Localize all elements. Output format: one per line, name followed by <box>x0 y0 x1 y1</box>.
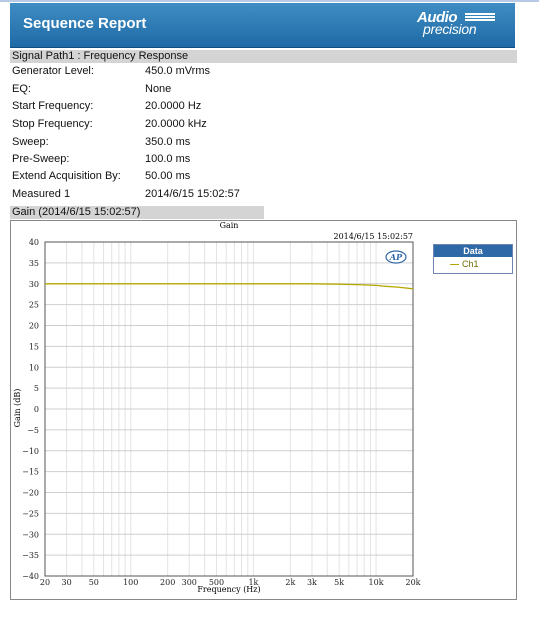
y-tick-label: 15 <box>29 342 39 351</box>
legend-item-ch1: Ch1 <box>434 257 512 271</box>
major-grid <box>45 241 413 577</box>
field-row: Measured 1 2014/6/15 15:02:57 <box>12 188 372 202</box>
field-value: None <box>145 83 172 95</box>
field-row: Sweep: 350.0 ms <box>12 136 372 150</box>
field-value: 100.0 ms <box>145 153 191 165</box>
y-tick-label: −30 <box>22 530 39 539</box>
field-label: Measured 1 <box>12 188 71 200</box>
field-label: Start Frequency: <box>12 100 94 112</box>
legend-swatch <box>450 264 459 265</box>
ap-logo-icon: AP <box>385 250 407 264</box>
legend-title: Data <box>434 245 512 257</box>
y-tick-label: 0 <box>34 405 39 414</box>
field-value: 20.0000 Hz <box>145 100 202 112</box>
field-row: Pre-Sweep: 100.0 ms <box>12 153 372 167</box>
gain-chart: 20 30 50 100 200 300 500 1k 2k 3k 5k 10k 20k 4035302… <box>13 221 421 594</box>
field-label: EQ: <box>12 83 31 95</box>
y-tick-label: −5 <box>27 426 39 435</box>
x-axis-label: Frequency (Hz) <box>197 585 260 594</box>
chart-legend: Data Ch1 <box>433 244 513 274</box>
field-value: 2014/6/15 15:02:57 <box>145 188 240 200</box>
y-tick-label: −20 <box>22 489 39 498</box>
ap-logo-text: AP <box>389 252 403 262</box>
y-tick-label: 5 <box>34 384 39 393</box>
y-tick-label: −25 <box>22 509 39 518</box>
section-title: Signal Path1 : Frequency Response <box>10 50 517 63</box>
field-label: Generator Level: <box>12 65 94 77</box>
report-title: Sequence Report <box>23 15 147 32</box>
field-row: Extend Acquisition By: 50.00 ms <box>12 170 372 184</box>
series-line-ch1 <box>45 283 414 290</box>
logo-text-precision: precision <box>423 21 477 37</box>
x-tick-label: 100 <box>123 578 138 587</box>
x-tick-label: 50 <box>89 578 99 587</box>
field-value: 350.0 ms <box>145 136 191 148</box>
field-label: Pre-Sweep: <box>12 153 70 165</box>
y-tick-label: 25 <box>29 301 39 310</box>
legend-label: Ch1 <box>462 259 479 269</box>
field-label: Sweep: <box>12 136 49 148</box>
y-tick-label: −10 <box>22 447 39 456</box>
x-tick-label: 20 <box>40 578 50 587</box>
audio-precision-logo: Audio precision <box>417 9 495 39</box>
y-tick-label: −35 <box>22 551 39 560</box>
field-value: 450.0 mVrms <box>145 65 211 77</box>
x-tick-label: 300 <box>182 578 197 587</box>
field-value: 20.0000 kHz <box>145 118 207 130</box>
x-tick-label: 3k <box>307 578 317 587</box>
y-tick-label: 35 <box>29 259 39 268</box>
chart-title: Gain <box>220 221 239 230</box>
field-row: Start Frequency: 20.0000 Hz <box>12 100 372 114</box>
y-tick-label: −15 <box>22 468 39 477</box>
x-tick-label: 5k <box>334 578 344 587</box>
gain-chart-panel: 20 30 50 100 200 300 500 1k 2k 3k 5k 10k 20k 40 35 30 2… <box>10 220 517 600</box>
field-row: Generator Level: 450.0 mVrms <box>12 65 372 79</box>
report-header: Sequence Report Audio precision <box>10 3 515 48</box>
y-tick-labels: 40 35 30 25 20 15 10 5 0 −5 −10 −15 −20 −25 −30 −35 −40 <box>22 238 39 581</box>
series-layer <box>45 283 414 290</box>
field-label: Stop Frequency: <box>12 118 93 130</box>
y-tick-label: 20 <box>29 322 39 331</box>
x-tick-label: 30 <box>62 578 72 587</box>
x-tick-label: 20k <box>405 578 420 587</box>
graph-section-title: Gain (2014/6/15 15:02:57) <box>10 206 264 219</box>
top-border <box>0 0 539 2</box>
y-tick-label: 10 <box>29 363 39 372</box>
field-label: Extend Acquisition By: <box>12 170 121 182</box>
y-tick-label: 30 <box>29 280 39 289</box>
x-tick-label: 2k <box>285 578 295 587</box>
x-tick-label: 200 <box>160 578 175 587</box>
x-tick-label: 10k <box>369 578 384 587</box>
y-tick-label: −40 <box>22 572 39 581</box>
field-row: EQ: None <box>12 83 372 97</box>
field-row: Stop Frequency: 20.0000 kHz <box>12 118 372 132</box>
chart-timestamp: 2014/6/15 15:02:57 <box>334 232 414 241</box>
field-value: 50.00 ms <box>145 170 191 182</box>
y-tick-label: 40 <box>29 238 39 247</box>
y-axis-label: Gain (dB) <box>13 389 22 428</box>
